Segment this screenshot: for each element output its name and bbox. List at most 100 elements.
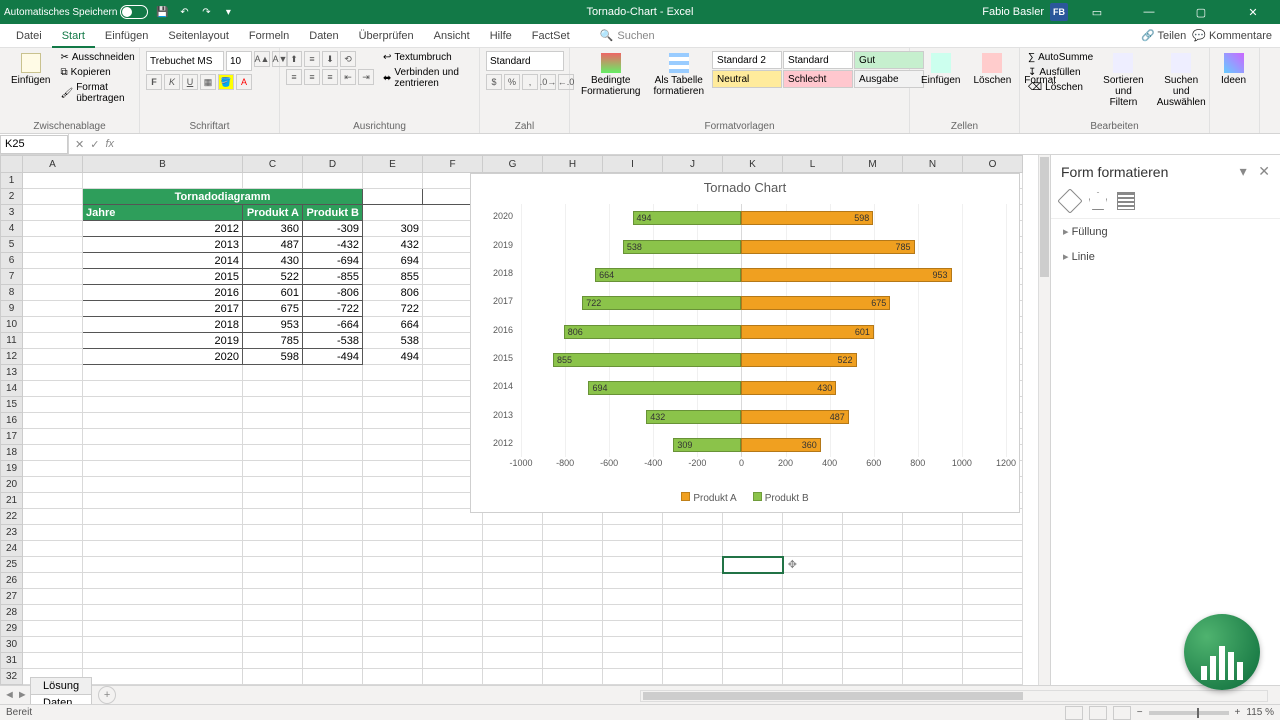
cell[interactable]: 855 — [363, 269, 423, 285]
cell[interactable] — [83, 493, 243, 509]
indent-inc-icon[interactable]: ⇥ — [358, 69, 374, 85]
maximize-icon[interactable]: ▢ — [1178, 0, 1224, 24]
cell[interactable] — [243, 653, 303, 669]
ribbon-tab-factset[interactable]: FactSet — [522, 26, 580, 46]
cell[interactable] — [23, 541, 83, 557]
clear-button[interactable]: ⌫Löschen — [1026, 81, 1095, 94]
cell[interactable] — [243, 429, 303, 445]
row-header[interactable]: 8 — [1, 285, 23, 301]
cell[interactable] — [303, 509, 363, 525]
currency-icon[interactable]: $ — [486, 74, 502, 90]
cell[interactable]: -664 — [303, 317, 363, 333]
cell[interactable] — [243, 477, 303, 493]
align-left-icon[interactable]: ≡ — [286, 69, 302, 85]
cell[interactable]: 538 — [363, 333, 423, 349]
chart-bar-produkt-b[interactable]: 432 — [646, 410, 741, 424]
formula-input[interactable] — [120, 134, 1280, 154]
ribbon-tab-ansicht[interactable]: Ansicht — [424, 26, 480, 46]
redo-icon[interactable]: ↷ — [198, 4, 214, 20]
column-header[interactable]: E — [363, 156, 423, 173]
row-header[interactable]: 19 — [1, 461, 23, 477]
chart-bar-produkt-a[interactable]: 487 — [741, 410, 848, 424]
cell[interactable] — [363, 669, 423, 685]
cell[interactable]: 2015 — [83, 269, 243, 285]
cell[interactable] — [603, 653, 663, 669]
cell[interactable] — [303, 365, 363, 381]
cell[interactable]: 2013 — [83, 237, 243, 253]
row-header[interactable]: 32 — [1, 669, 23, 685]
cell[interactable] — [663, 621, 723, 637]
align-right-icon[interactable]: ≡ — [322, 69, 338, 85]
cell[interactable] — [23, 557, 83, 573]
cell[interactable] — [783, 637, 843, 653]
cell[interactable] — [83, 541, 243, 557]
cell[interactable] — [423, 605, 483, 621]
cell[interactable] — [23, 269, 83, 285]
cell[interactable] — [243, 445, 303, 461]
cell[interactable] — [363, 637, 423, 653]
cell[interactable] — [423, 653, 483, 669]
cell[interactable] — [303, 461, 363, 477]
row-header[interactable]: 15 — [1, 397, 23, 413]
cell-style-option[interactable]: Schlecht — [783, 70, 853, 88]
row-header[interactable]: 9 — [1, 301, 23, 317]
cell[interactable]: 2012 — [83, 221, 243, 237]
cell[interactable] — [663, 653, 723, 669]
cell[interactable]: Tornadodiagramm — [83, 189, 363, 205]
cell[interactable] — [23, 573, 83, 589]
cell[interactable] — [843, 525, 903, 541]
cell[interactable] — [23, 365, 83, 381]
cell[interactable] — [363, 509, 423, 525]
cell[interactable] — [83, 653, 243, 669]
chart-bar-produkt-b[interactable]: 538 — [623, 240, 742, 254]
number-format-combo[interactable]: Standard — [486, 51, 564, 71]
cell[interactable] — [963, 525, 1023, 541]
fill-line-tab-icon[interactable] — [1057, 188, 1082, 213]
cell[interactable] — [243, 637, 303, 653]
sheet-tab-lösung[interactable]: Lösung — [30, 677, 92, 694]
row-header[interactable]: 3 — [1, 205, 23, 221]
cell[interactable] — [23, 285, 83, 301]
cell[interactable] — [783, 541, 843, 557]
cell[interactable] — [363, 365, 423, 381]
cell[interactable] — [303, 381, 363, 397]
column-header[interactable]: M — [843, 156, 903, 173]
cell[interactable] — [23, 589, 83, 605]
cell[interactable] — [603, 637, 663, 653]
cell[interactable] — [903, 589, 963, 605]
cell[interactable] — [83, 589, 243, 605]
orientation-icon[interactable]: ⟲ — [340, 51, 356, 67]
cell[interactable] — [83, 365, 243, 381]
cell[interactable] — [303, 605, 363, 621]
cell[interactable] — [903, 653, 963, 669]
border-button[interactable]: ▦ — [200, 74, 216, 90]
cell[interactable] — [83, 477, 243, 493]
cell[interactable] — [543, 573, 603, 589]
row-header[interactable]: 5 — [1, 237, 23, 253]
sheet-nav-next-icon[interactable]: ► — [17, 689, 28, 701]
fill-button[interactable]: ↧Ausfüllen — [1026, 66, 1095, 79]
cell[interactable] — [903, 637, 963, 653]
share-button[interactable]: 🔗 Teilen — [1141, 29, 1186, 42]
cell[interactable] — [483, 573, 543, 589]
chart-bar-produkt-b[interactable]: 855 — [553, 353, 741, 367]
row-header[interactable]: 11 — [1, 333, 23, 349]
cell[interactable] — [83, 637, 243, 653]
merge-center-button[interactable]: ⬌Verbinden und zentrieren — [381, 66, 473, 90]
cell[interactable] — [23, 413, 83, 429]
cell[interactable] — [843, 653, 903, 669]
cell[interactable]: 309 — [363, 221, 423, 237]
cell[interactable] — [363, 397, 423, 413]
cell[interactable] — [723, 525, 783, 541]
copy-button[interactable]: ⧉Kopieren — [58, 66, 136, 79]
cell[interactable] — [543, 525, 603, 541]
column-header[interactable]: L — [783, 156, 843, 173]
cell[interactable]: ✥ — [723, 557, 783, 573]
cell[interactable] — [243, 557, 303, 573]
cell[interactable] — [543, 637, 603, 653]
row-header[interactable]: 25 — [1, 557, 23, 573]
chart-bar-produkt-a[interactable]: 430 — [741, 381, 836, 395]
align-middle-icon[interactable]: ≡ — [304, 51, 320, 67]
cell[interactable]: -494 — [303, 349, 363, 365]
cell[interactable] — [243, 397, 303, 413]
